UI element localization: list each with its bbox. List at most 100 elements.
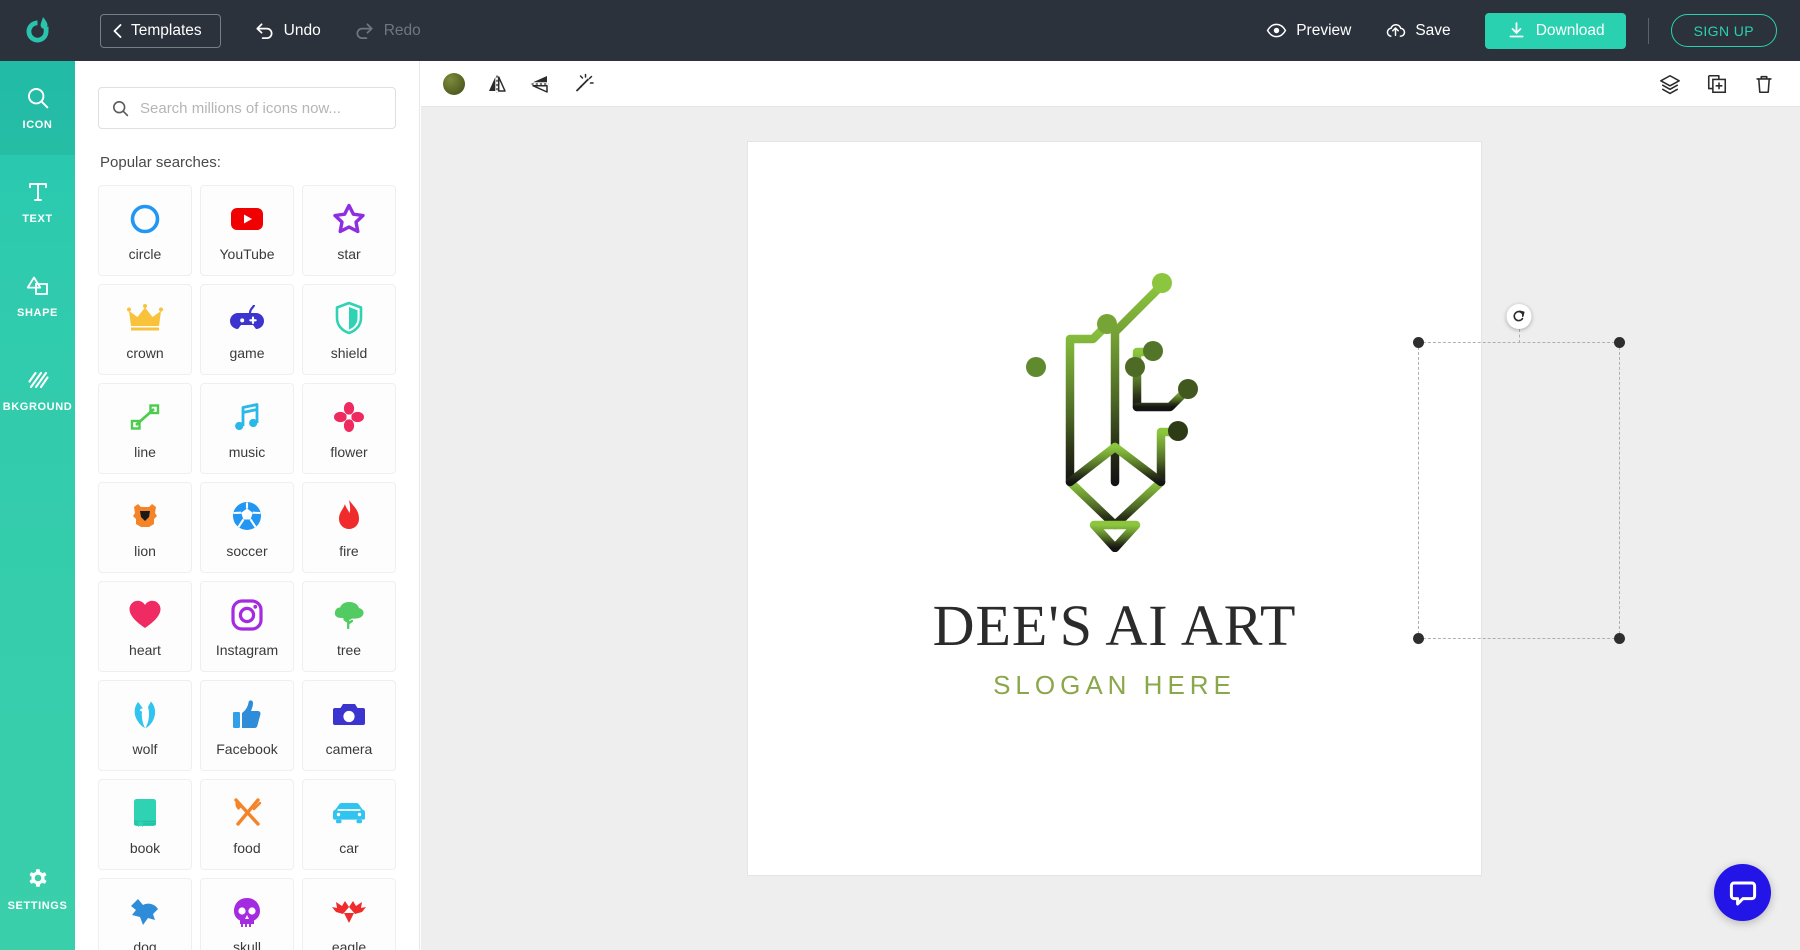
icon-card-line[interactable]: line — [98, 383, 192, 474]
sidebar-item-text[interactable]: TEXT — [0, 155, 75, 249]
magic-wand-icon[interactable] — [572, 73, 594, 95]
icon-card-book[interactable]: book — [98, 779, 192, 870]
eye-icon — [1266, 23, 1287, 38]
icon-card-youtube[interactable]: YouTube — [200, 185, 294, 276]
icon-card-heart[interactable]: heart — [98, 581, 192, 672]
icon-card-music[interactable]: music — [200, 383, 294, 474]
circuit-tree-pencil-logo[interactable] — [1015, 257, 1215, 552]
icon-card-game[interactable]: game — [200, 284, 294, 375]
sidebar-item-settings-label: SETTINGS — [7, 900, 68, 912]
camera-icon — [332, 695, 366, 733]
flip-vertical-icon[interactable] — [529, 73, 551, 95]
templates-button-label: Templates — [131, 21, 202, 39]
icon-card-eagle[interactable]: eagle — [302, 878, 396, 950]
fill-color-swatch[interactable] — [443, 72, 465, 95]
icon-card-skull[interactable]: skull — [200, 878, 294, 950]
artboard[interactable]: DEE'S AI ART SLOGAN HERE — [748, 142, 1481, 875]
undo-label: Undo — [283, 21, 321, 39]
icon-card-label: book — [129, 839, 161, 856]
icon-card-instagram[interactable]: Instagram — [200, 581, 294, 672]
icon-card-fire[interactable]: fire — [302, 482, 396, 573]
cloud-upload-icon — [1387, 24, 1406, 37]
sign-up-button[interactable]: SIGN UP — [1670, 14, 1777, 47]
download-button[interactable]: Download — [1484, 12, 1626, 49]
redo-arrow-icon — [356, 23, 373, 39]
resize-handle-bottom-right[interactable] — [1614, 633, 1625, 644]
flip-horizontal-icon[interactable] — [486, 73, 508, 95]
icon-card-flower[interactable]: flower — [302, 383, 396, 474]
crown-icon — [127, 299, 163, 337]
save-label: Save — [1415, 21, 1451, 39]
droplet-logo-mark-icon — [26, 16, 48, 42]
popular-searches-label: Popular searches: — [100, 154, 221, 171]
search-icon — [112, 100, 129, 116]
logo-title-text[interactable]: DEE'S AI ART — [748, 592, 1481, 659]
icon-card-label: heart — [129, 641, 161, 658]
icon-card-label: shield — [330, 344, 368, 361]
rotate-handle-icon — [1513, 310, 1525, 322]
car-icon — [331, 794, 367, 832]
sidebar-item-shape[interactable]: SHAPE — [0, 249, 75, 343]
icon-card-star[interactable]: star — [302, 185, 396, 276]
icon-card-shield[interactable]: shield — [302, 284, 396, 375]
icon-card-wolf[interactable]: wolf — [98, 680, 192, 771]
magnifier-icon — [27, 88, 48, 109]
templates-button[interactable]: Templates — [100, 13, 221, 48]
canvas-toolbar-right — [1659, 73, 1800, 95]
tree-icon — [332, 596, 366, 634]
icon-card-label: tree — [336, 641, 362, 658]
icon-card-food[interactable]: food — [200, 779, 294, 870]
app-logo[interactable] — [0, 0, 75, 61]
heart-icon — [128, 596, 162, 634]
icon-card-label: Instagram — [215, 641, 279, 658]
text-t-icon — [28, 183, 47, 201]
sidebar-item-text-label: TEXT — [22, 213, 53, 225]
icon-card-tree[interactable]: tree — [302, 581, 396, 672]
sidebar-item-settings[interactable]: SETTINGS — [0, 842, 75, 936]
lion-icon — [129, 497, 161, 535]
canvas-toolbar — [421, 61, 1800, 107]
chat-support-button[interactable] — [1714, 864, 1771, 921]
icon-card-camera[interactable]: camera — [302, 680, 396, 771]
fire-icon — [335, 497, 363, 535]
logo-slogan-text[interactable]: SLOGAN HERE — [748, 670, 1481, 701]
rotate-handle[interactable] — [1506, 304, 1532, 329]
duplicate-icon[interactable] — [1706, 73, 1728, 95]
sidebar-item-icon-label: ICON — [22, 119, 53, 131]
resize-handle-top-right[interactable] — [1614, 337, 1625, 348]
save-button[interactable]: Save — [1385, 20, 1451, 41]
redo-button[interactable]: Redo — [354, 20, 421, 41]
preview-button[interactable]: Preview — [1266, 20, 1351, 41]
shield-icon — [334, 299, 364, 337]
logo-maker-app: Templates Undo Redo Preview Save Downloa… — [0, 0, 1800, 950]
sidebar-item-icon[interactable]: ICON — [0, 61, 75, 155]
preview-label: Preview — [1296, 21, 1352, 39]
toolbar-divider — [1647, 17, 1649, 44]
chevron-left-icon — [113, 23, 122, 38]
line-node-icon — [128, 398, 162, 436]
canvas-stage: DEE'S AI ART SLOGAN HERE 500 x 500 px — [421, 61, 1800, 950]
sidebar-item-bkground[interactable]: BKGROUND — [0, 343, 75, 437]
music-note-icon — [231, 398, 263, 436]
icon-card-car[interactable]: car — [302, 779, 396, 870]
icon-card-crown[interactable]: crown — [98, 284, 192, 375]
icon-card-facebook[interactable]: Facebook — [200, 680, 294, 771]
icon-card-dog[interactable]: dog — [98, 878, 192, 950]
diagonal-stripes-icon — [27, 371, 49, 389]
chat-bubble-icon — [1729, 881, 1756, 905]
search-input[interactable] — [140, 99, 382, 117]
fork-knife-icon — [231, 794, 263, 832]
icon-library-panel: Popular searches: circle YouTube star — [75, 61, 420, 950]
undo-button[interactable]: Undo — [254, 20, 321, 41]
layers-icon[interactable] — [1659, 73, 1681, 95]
trash-icon[interactable] — [1753, 73, 1775, 95]
icon-card-label: food — [233, 839, 261, 856]
top-toolbar-right-group: Preview Save Download SIGN UP — [1266, 12, 1800, 49]
sidebar-bottom-group: SETTINGS — [0, 842, 75, 936]
icon-card-label: game — [229, 344, 265, 361]
icon-card-circle[interactable]: circle — [98, 185, 192, 276]
icon-card-soccer[interactable]: soccer — [200, 482, 294, 573]
icon-card-lion[interactable]: lion — [98, 482, 192, 573]
icon-card-label: skull — [232, 938, 261, 950]
search-bar[interactable] — [98, 87, 396, 129]
